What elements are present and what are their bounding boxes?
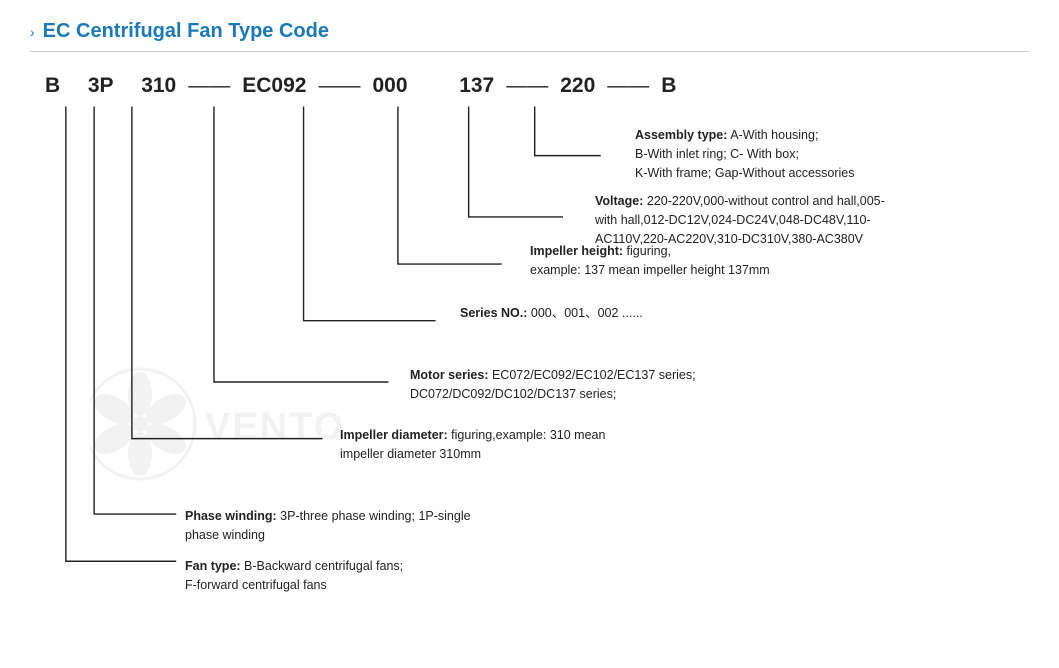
annotation-impeller-diameter: Impeller diameter: figuring,example: 310…: [340, 426, 605, 464]
annotation-series-label: Series NO.: 000、001、002 ......: [460, 306, 643, 320]
annotation-fan-type: Fan type: B-Backward centrifugal fans; F…: [185, 557, 403, 595]
title-section: › EC Centrifugal Fan Type Code: [30, 20, 1029, 52]
annotation-voltage: Voltage: 220-220V,000-without control an…: [595, 192, 885, 248]
dash-2: [114, 74, 142, 98]
code-137: 137: [459, 74, 494, 98]
annotation-assembly: Assembly type: A-With housing; B-With in…: [635, 126, 855, 182]
code-EC092: EC092: [242, 74, 306, 98]
page-title: EC Centrifugal Fan Type Code: [43, 20, 329, 43]
annotation-voltage-label: Voltage: 220-220V,000-without control an…: [595, 194, 885, 208]
code-3P: 3P: [88, 74, 114, 98]
dash-5: [408, 74, 460, 98]
annotation-assembly-label: Assembly type: A-With housing;: [635, 128, 818, 142]
dash-3: ——: [176, 74, 242, 98]
dash-4: ——: [306, 74, 372, 98]
annotation-fan-type-text: F-forward centrifugal fans: [185, 578, 327, 592]
annotation-impeller-diameter-label: Impeller diameter: figuring,example: 310…: [340, 428, 605, 442]
annotation-impeller-height-label: Impeller height: figuring,: [530, 244, 671, 258]
page-container: › EC Centrifugal Fan Type Code: [0, 0, 1059, 668]
annotation-impeller-height-text: example: 137 mean impeller height 137mm: [530, 263, 770, 277]
code-000: 000: [372, 74, 407, 98]
connecting-lines-svg: .conn-line { stroke: #222; stroke-width:…: [30, 64, 1029, 634]
code-B: B: [45, 74, 60, 98]
code-B2: B: [661, 74, 676, 98]
dash-6: ——: [494, 74, 560, 98]
annotation-motor-label: Motor series: EC072/EC092/EC102/EC137 se…: [410, 368, 696, 382]
annotation-fan-type-label: Fan type: B-Backward centrifugal fans;: [185, 559, 403, 573]
annotation-series: Series NO.: 000、001、002 ......: [460, 304, 643, 323]
annotation-impeller-diameter-text: impeller diameter 310mm: [340, 447, 481, 461]
annotation-assembly-text: B-With inlet ring; C- With box;K-With fr…: [635, 147, 855, 180]
annotation-motor: Motor series: EC072/EC092/EC102/EC137 se…: [410, 366, 696, 404]
annotation-impeller-height: Impeller height: figuring, example: 137 …: [530, 242, 770, 280]
code-310: 310: [141, 74, 176, 98]
annotation-phase: Phase winding: 3P-three phase winding; 1…: [185, 507, 471, 545]
dash-1: [60, 74, 88, 98]
annotation-motor-text: DC072/DC092/DC102/DC137 series;: [410, 387, 616, 401]
diagram-area: VENTO .conn-line { stroke: #222; stroke-…: [30, 64, 1029, 634]
type-code-row: B 3P 310 —— EC092 —— 000 137 —— 220 —— B: [45, 74, 676, 98]
code-220: 220: [560, 74, 595, 98]
annotation-voltage-text: with hall,012-DC12V,024-DC24V,048-DC48V,…: [595, 213, 871, 246]
dash-7: ——: [595, 74, 661, 98]
title-chevron-icon: ›: [30, 24, 35, 40]
annotation-phase-text: phase winding: [185, 528, 265, 542]
annotation-phase-label: Phase winding: 3P-three phase winding; 1…: [185, 509, 471, 523]
